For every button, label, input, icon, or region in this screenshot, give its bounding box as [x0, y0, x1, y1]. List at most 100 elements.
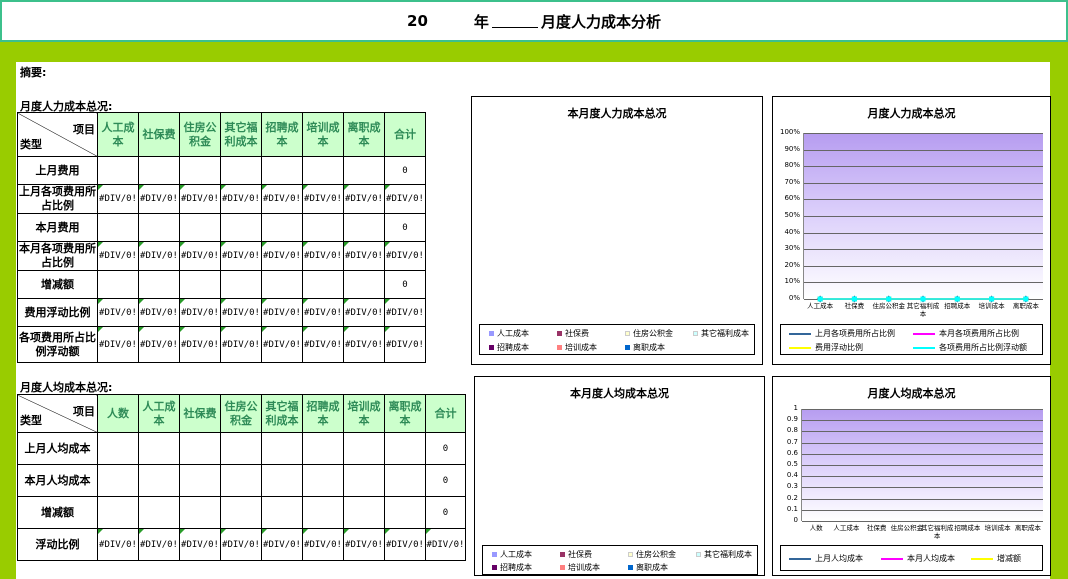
data-cell[interactable]: 0: [425, 464, 466, 497]
pie-chart-per-capita-cost[interactable]: 本月度人均成本总况 人工成本 社保费 住房公积金 其它福利成本 招聘成本 培训成本 离职成本: [474, 376, 765, 576]
data-cell[interactable]: [302, 432, 344, 465]
data-cell[interactable]: #DIV/0!: [138, 528, 180, 561]
data-cell[interactable]: [302, 213, 344, 242]
data-cell[interactable]: 0: [384, 270, 426, 299]
data-cell[interactable]: [343, 213, 385, 242]
data-cell[interactable]: #DIV/0!: [302, 241, 344, 271]
data-cell[interactable]: [384, 432, 426, 465]
data-cell[interactable]: #DIV/0!: [97, 528, 139, 561]
data-cell[interactable]: [179, 270, 221, 299]
data-cell[interactable]: [138, 213, 180, 242]
data-cell[interactable]: #DIV/0!: [343, 528, 385, 561]
data-cell[interactable]: [220, 156, 262, 185]
data-cell[interactable]: [138, 432, 180, 465]
data-cell[interactable]: #DIV/0!: [97, 298, 139, 327]
data-cell[interactable]: [97, 464, 139, 497]
data-cell[interactable]: #DIV/0!: [97, 326, 139, 363]
data-cell[interactable]: 0: [384, 213, 426, 242]
data-cell[interactable]: #DIV/0!: [220, 326, 262, 363]
data-cell[interactable]: [261, 270, 303, 299]
data-cell[interactable]: [97, 432, 139, 465]
data-cell[interactable]: #DIV/0!: [384, 241, 426, 271]
data-cell[interactable]: #DIV/0!: [138, 241, 180, 271]
pie-chart-monthly-cost[interactable]: 本月度人力成本总况 人工成本 社保费 住房公积金 其它福利成本 招聘成本 培训成本 离职成本: [471, 96, 763, 365]
data-cell[interactable]: #DIV/0!: [302, 528, 344, 561]
data-cell[interactable]: [97, 496, 139, 529]
data-cell[interactable]: 0: [425, 496, 466, 529]
data-cell[interactable]: [302, 464, 344, 497]
data-cell[interactable]: [179, 432, 221, 465]
data-cell[interactable]: [261, 432, 303, 465]
data-cell[interactable]: #DIV/0!: [261, 298, 303, 327]
data-cell[interactable]: #DIV/0!: [384, 298, 426, 327]
data-cell[interactable]: [302, 156, 344, 185]
data-cell[interactable]: [384, 496, 426, 529]
data-cell[interactable]: [384, 464, 426, 497]
data-cell[interactable]: [302, 270, 344, 299]
data-cell[interactable]: [261, 213, 303, 242]
data-cell[interactable]: [261, 156, 303, 185]
data-cell[interactable]: #DIV/0!: [261, 326, 303, 363]
data-cell[interactable]: #DIV/0!: [179, 326, 221, 363]
data-cell[interactable]: [179, 156, 221, 185]
data-cell[interactable]: #DIV/0!: [97, 184, 139, 214]
legend-entry: 离职成本: [625, 342, 665, 353]
data-cell[interactable]: [97, 156, 139, 185]
legend-entry: 上月各项费用所占比例: [789, 328, 895, 339]
data-cell[interactable]: [220, 464, 262, 497]
data-cell[interactable]: #DIV/0!: [179, 528, 221, 561]
data-cell[interactable]: #DIV/0!: [302, 184, 344, 214]
data-cell[interactable]: [179, 464, 221, 497]
data-cell[interactable]: [343, 432, 385, 465]
data-cell[interactable]: #DIV/0!: [179, 298, 221, 327]
data-cell[interactable]: [343, 270, 385, 299]
data-cell[interactable]: #DIV/0!: [220, 241, 262, 271]
line-chart-monthly-cost[interactable]: 月度人力成本总况 100% 90% 80% 70% 60% 50% 40% 30% 20% 10%…: [772, 96, 1051, 365]
data-cell[interactable]: #DIV/0!: [425, 528, 466, 561]
data-cell[interactable]: [138, 156, 180, 185]
data-cell[interactable]: [138, 270, 180, 299]
table-row: 上月各项费用所占比例 #DIV/0! #DIV/0! #DIV/0! #DIV/0! #D…: [17, 184, 426, 214]
data-cell[interactable]: #DIV/0!: [261, 241, 303, 271]
data-cell[interactable]: [343, 496, 385, 529]
data-cell[interactable]: [343, 156, 385, 185]
data-cell[interactable]: [261, 464, 303, 497]
data-cell[interactable]: #DIV/0!: [343, 184, 385, 214]
data-cell[interactable]: [97, 213, 139, 242]
line-chart-per-capita-cost[interactable]: 月度人均成本总况 1 0.9 0.8 0.7 0.6 0.5 0.4 0.3 0.2 0.1 0 人数…: [772, 376, 1051, 576]
data-cell[interactable]: #DIV/0!: [138, 326, 180, 363]
data-cell[interactable]: #DIV/0!: [261, 184, 303, 214]
data-cell[interactable]: [179, 213, 221, 242]
data-cell[interactable]: #DIV/0!: [384, 528, 426, 561]
data-cell[interactable]: [138, 496, 180, 529]
data-cell[interactable]: #DIV/0!: [302, 298, 344, 327]
data-cell[interactable]: #DIV/0!: [179, 241, 221, 271]
data-cell[interactable]: [138, 464, 180, 497]
data-cell[interactable]: [302, 496, 344, 529]
data-cell[interactable]: #DIV/0!: [343, 298, 385, 327]
data-cell[interactable]: #DIV/0!: [261, 528, 303, 561]
data-cell[interactable]: [220, 432, 262, 465]
data-cell[interactable]: #DIV/0!: [138, 298, 180, 327]
data-cell[interactable]: #DIV/0!: [384, 326, 426, 363]
data-cell[interactable]: #DIV/0!: [138, 184, 180, 214]
data-cell[interactable]: #DIV/0!: [220, 528, 262, 561]
data-cell[interactable]: [261, 496, 303, 529]
data-cell[interactable]: [220, 496, 262, 529]
data-cell[interactable]: #DIV/0!: [302, 326, 344, 363]
data-cell[interactable]: #DIV/0!: [97, 241, 139, 271]
data-cell[interactable]: [179, 496, 221, 529]
data-cell[interactable]: [97, 270, 139, 299]
data-cell[interactable]: 0: [425, 432, 466, 465]
data-cell[interactable]: [220, 270, 262, 299]
data-cell[interactable]: #DIV/0!: [179, 184, 221, 214]
data-cell[interactable]: #DIV/0!: [220, 184, 262, 214]
data-cell[interactable]: #DIV/0!: [343, 241, 385, 271]
data-cell[interactable]: 0: [384, 156, 426, 185]
data-cell[interactable]: #DIV/0!: [220, 298, 262, 327]
data-cell[interactable]: #DIV/0!: [343, 326, 385, 363]
section2-label: 月度人均成本总况:: [20, 381, 113, 394]
data-cell[interactable]: #DIV/0!: [384, 184, 426, 214]
data-cell[interactable]: [343, 464, 385, 497]
data-cell[interactable]: [220, 213, 262, 242]
